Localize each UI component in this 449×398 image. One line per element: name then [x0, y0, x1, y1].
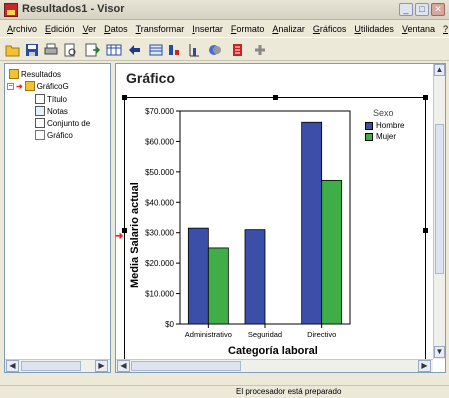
window-controls: _ □ ✕	[399, 3, 445, 16]
status-text: El procesador está preparado	[236, 387, 342, 396]
select-icon[interactable]	[207, 42, 223, 58]
menu-edicion[interactable]: Edición	[41, 24, 79, 34]
insert-icon[interactable]	[230, 42, 246, 58]
outline-node-grafico[interactable]: Gráfico	[35, 129, 73, 141]
menu-graficos[interactable]: Gráficos	[309, 24, 351, 34]
scroll-right-button[interactable]: ▶	[95, 360, 108, 372]
back-icon[interactable]	[127, 42, 143, 58]
menu-ventana[interactable]: Ventana	[398, 24, 439, 34]
menu-ver[interactable]: Ver	[79, 24, 101, 34]
y-tick-label: $0	[165, 320, 174, 329]
legend-label: Hombre	[376, 121, 405, 130]
x-tick-label: Directivo	[307, 330, 336, 339]
y-tick-label: $30.000	[145, 229, 174, 238]
outline-node-label: Gráfico	[47, 130, 73, 140]
output-book-icon	[9, 69, 19, 79]
outline-node-label: Título	[47, 94, 68, 104]
legend-item-mujer: Mujer	[365, 132, 396, 141]
content-horizontal-scrollbar[interactable]: ◀ ▶	[116, 359, 433, 372]
output-heading: Gráfico	[126, 70, 176, 86]
menu-transformar[interactable]: Transformar	[132, 24, 189, 34]
current-item-arrow-icon: ➜	[16, 81, 23, 91]
x-tick-label: Administrativo	[185, 330, 232, 339]
menu-insertar[interactable]: Insertar	[188, 24, 227, 34]
scroll-thumb[interactable]	[435, 124, 444, 274]
menu-ayuda[interactable]: ?	[439, 24, 449, 34]
menu-datos[interactable]: Datos	[100, 24, 132, 34]
outline-node-resultados[interactable]: Resultados	[9, 68, 61, 80]
scroll-left-button[interactable]: ◀	[117, 360, 130, 372]
content-vertical-scrollbar[interactable]: ▲ ▼	[433, 64, 445, 359]
y-axis-label: Media Salario actual	[129, 182, 141, 288]
legend-title: Sexo	[373, 108, 394, 118]
chart-builder-icon[interactable]	[186, 42, 202, 58]
scroll-right-button[interactable]: ▶	[418, 360, 431, 372]
y-tick-label: $40.000	[145, 198, 174, 207]
x-axis-label: Categoría laboral	[228, 345, 318, 357]
close-button[interactable]: ✕	[431, 3, 445, 16]
y-tick-label: $70.000	[145, 107, 174, 116]
scroll-left-button[interactable]: ◀	[6, 360, 19, 372]
title-icon	[35, 94, 45, 104]
legend-swatch	[365, 121, 373, 130]
print-icon[interactable]	[43, 42, 59, 58]
collapse-icon[interactable]: −	[7, 82, 14, 90]
chart-selection-frame[interactable]: ➜ $0 $10.000 $20.000 $30.000 $40.000 $50.000 $…	[115, 95, 428, 364]
bar-hombre-3	[301, 121, 323, 325]
export-icon[interactable]	[84, 42, 100, 58]
goto-data-icon[interactable]	[106, 42, 122, 58]
menu-analizar[interactable]: Analizar	[268, 24, 309, 34]
minimize-button[interactable]: _	[399, 3, 413, 16]
print-preview-icon[interactable]	[62, 42, 78, 58]
chart-icon	[35, 130, 45, 140]
chart-book-icon	[24, 81, 35, 91]
bar-mujer-1	[207, 247, 229, 325]
menu-utilidades[interactable]: Utilidades	[350, 24, 398, 34]
save-icon[interactable]	[24, 42, 40, 58]
menu-archivo[interactable]: Archivo	[3, 24, 41, 34]
x-tick-label: Seguridad	[248, 330, 282, 339]
add-icon[interactable]	[252, 42, 268, 58]
menu-bar: Archivo Edición Ver Datos Transformar In…	[0, 20, 449, 37]
bar-mujer-3	[321, 179, 343, 325]
open-icon[interactable]	[5, 42, 21, 58]
outline-tree: Resultados − ➜ GráficoG Título Notas Con…	[5, 64, 110, 359]
bar-hombre-2	[244, 229, 266, 325]
legend-item-hombre: Hombre	[365, 121, 404, 130]
y-tick-label: $60.000	[145, 137, 174, 146]
outline-node-graficog[interactable]: − ➜ GráficoG	[7, 80, 69, 92]
window-title: Resultados1 - Visor	[22, 3, 125, 15]
y-tick-label: $10.000	[145, 290, 174, 299]
notes-icon	[35, 106, 45, 116]
dataset-icon	[35, 118, 45, 128]
legend-swatch	[365, 132, 373, 141]
scroll-down-button[interactable]: ▼	[434, 346, 445, 358]
case-icon[interactable]	[166, 42, 182, 58]
spss-viewer-icon	[4, 3, 18, 17]
outline-node-label: Conjunto de	[47, 118, 91, 128]
outline-pane: Resultados − ➜ GráficoG Título Notas Con…	[4, 63, 111, 373]
outline-node-label: Resultados	[21, 69, 62, 79]
current-item-arrow-icon: ➜	[115, 231, 124, 242]
outline-node-conjunto[interactable]: Conjunto de	[35, 117, 90, 129]
scroll-up-button[interactable]: ▲	[434, 64, 445, 76]
variables-icon[interactable]	[148, 42, 164, 58]
maximize-button[interactable]: □	[415, 3, 429, 16]
outline-node-label: GráficoG	[36, 81, 69, 91]
bar-hombre-1	[187, 227, 209, 325]
scroll-thumb[interactable]	[21, 361, 81, 371]
y-tick-label: $20.000	[145, 259, 174, 268]
title-bar: Resultados1 - Visor _ □ ✕	[0, 0, 449, 20]
status-bar: El procesador está preparado	[0, 385, 449, 398]
scroll-thumb[interactable]	[131, 361, 241, 371]
y-tick-label: $50.000	[145, 168, 174, 177]
outline-horizontal-scrollbar[interactable]: ◀ ▶	[5, 359, 110, 372]
outline-node-titulo[interactable]: Título	[35, 93, 67, 105]
menu-formato[interactable]: Formato	[227, 24, 269, 34]
outline-node-label: Notas	[47, 106, 68, 116]
toolbar	[0, 37, 449, 61]
legend-label: Mujer	[376, 132, 397, 141]
outline-node-notas[interactable]: Notas	[35, 105, 68, 117]
content-pane: Gráfico ➜ $0 $10.000 $20.000 $30.000 $40.000…	[115, 63, 446, 373]
